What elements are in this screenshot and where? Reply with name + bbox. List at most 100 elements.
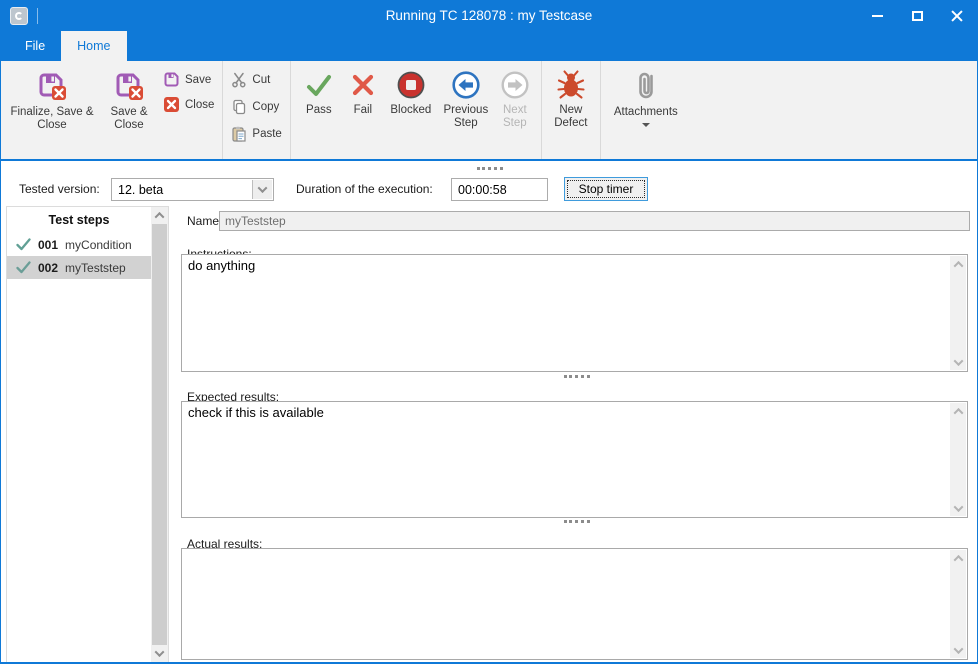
finalize-save-close-button[interactable]: Finalize, Save & Close (6, 66, 98, 148)
steps-scrollbar[interactable] (151, 207, 168, 662)
actual-results-textarea[interactable] (181, 548, 968, 660)
instructions-scrollbar[interactable] (950, 256, 966, 370)
instructions-text: do anything (188, 258, 255, 273)
close-red-icon (163, 96, 180, 113)
minimize-button[interactable] (857, 1, 897, 31)
expected-results-textarea[interactable]: check if this is available (181, 401, 968, 518)
close-window-button[interactable] (937, 1, 977, 31)
blocked-stop-icon (395, 69, 427, 101)
step-number: 001 (38, 238, 58, 252)
actual-results-scrollbar[interactable] (950, 550, 966, 658)
close-button[interactable]: Close (160, 94, 217, 115)
splitter-expected-actual[interactable] (177, 520, 976, 528)
maximize-icon (912, 11, 923, 21)
splitter-instructions-expected[interactable] (177, 375, 976, 383)
ribbon-group-test-step: Pass Fail Blocked Previou (291, 61, 542, 159)
title-bar: Running TC 128078 : my Testcase (1, 1, 977, 31)
button-label: Finalize, Save & Close (8, 106, 96, 132)
copy-button[interactable]: Copy (228, 96, 284, 117)
check-icon (16, 238, 31, 251)
test-step-form: Name: myTeststep Instructions: do anythi… (177, 206, 976, 662)
stop-timer-button[interactable]: Stop timer (564, 177, 648, 201)
scroll-up-button[interactable] (950, 256, 966, 272)
chevron-down-icon (953, 644, 963, 654)
test-step-row-2[interactable]: 002 myTeststep (7, 256, 151, 279)
splitter-dots (564, 520, 590, 523)
minimize-icon (872, 15, 883, 17)
previous-step-button[interactable]: Previous Step (438, 66, 494, 148)
paste-button[interactable]: Paste (228, 123, 284, 144)
button-label: Copy (252, 101, 279, 113)
select-dropdown-button[interactable] (252, 180, 272, 199)
name-field: myTeststep (219, 211, 970, 231)
test-step-row-1[interactable]: 001 myCondition (7, 233, 151, 256)
close-icon (951, 10, 963, 22)
pass-button[interactable]: Pass (296, 66, 342, 148)
save-button[interactable]: Save (160, 69, 217, 90)
horizontal-splitter-handle[interactable] (477, 167, 503, 170)
scroll-down-button[interactable] (950, 642, 966, 658)
button-label: New Defect (549, 104, 593, 130)
step-number: 002 (38, 261, 58, 275)
file-small-buttons: Save Close (160, 66, 217, 115)
attachments-button[interactable]: Attachments (606, 66, 686, 148)
save-close-button[interactable]: Save & Close (98, 66, 160, 148)
duration-input[interactable]: 00:00:58 (451, 178, 548, 201)
expected-results-scrollbar[interactable] (950, 403, 966, 516)
tested-version-value: 12. beta (118, 183, 163, 197)
duration-label: Duration of the execution: (296, 182, 433, 196)
paperclip-icon (634, 69, 658, 103)
instructions-textarea[interactable]: do anything (181, 254, 968, 372)
tested-version-label: Tested version: (19, 182, 100, 196)
scroll-down-button[interactable] (950, 500, 966, 516)
tab-home[interactable]: Home (61, 31, 126, 61)
button-label: Blocked (390, 104, 431, 117)
chevron-down-icon (953, 502, 963, 512)
scissors-icon (231, 72, 247, 88)
step-name: myCondition (65, 238, 132, 252)
scroll-up-button[interactable] (950, 550, 966, 566)
execution-bar: Tested version: 12. beta Duration of the… (1, 163, 977, 206)
fail-x-icon (347, 69, 379, 101)
button-label: Fail (354, 104, 373, 117)
previous-arrow-icon (450, 69, 482, 101)
scroll-up-button[interactable] (151, 207, 168, 224)
new-defect-button[interactable]: New Defect (547, 66, 595, 148)
button-label: Attachments (614, 106, 678, 119)
scrollbar-thumb[interactable] (152, 224, 167, 645)
chevron-down-icon (258, 183, 268, 193)
button-label: Next Step (496, 104, 534, 130)
expected-results-text: check if this is available (188, 405, 324, 420)
chevron-down-icon (155, 647, 165, 657)
button-label: Previous Step (440, 104, 492, 130)
chevron-up-icon (953, 260, 963, 270)
ribbon-group-attachments: Attachments (601, 61, 691, 159)
maximize-button[interactable] (897, 1, 937, 31)
scroll-down-button[interactable] (950, 354, 966, 370)
button-label: Paste (252, 128, 281, 140)
app-window: Running TC 128078 : my Testcase File Hom… (0, 0, 978, 664)
button-label: Cut (252, 74, 270, 86)
chevron-up-icon (953, 407, 963, 417)
floppy-disk-close-icon (35, 69, 69, 103)
bug-icon (555, 69, 587, 101)
floppy-disk-icon (163, 71, 180, 88)
chevron-down-icon (642, 123, 650, 127)
ribbon-tab-bar: File Home (1, 31, 977, 61)
next-arrow-icon (499, 69, 531, 101)
tab-file[interactable]: File (9, 31, 61, 61)
pass-check-icon (303, 69, 335, 101)
cut-button[interactable]: Cut (228, 69, 284, 90)
blocked-button[interactable]: Blocked (384, 66, 438, 148)
copy-icon (231, 99, 247, 115)
scroll-up-button[interactable] (950, 403, 966, 419)
scroll-down-button[interactable] (151, 645, 168, 662)
test-steps-header: Test steps (7, 207, 168, 233)
step-name: myTeststep (65, 261, 126, 275)
fail-button[interactable]: Fail (342, 66, 384, 148)
ribbon-group-defect: New Defect (542, 61, 601, 159)
floppy-disk-close-icon (112, 69, 146, 103)
tested-version-select[interactable]: 12. beta (111, 178, 274, 201)
window-title: Running TC 128078 : my Testcase (1, 1, 977, 31)
next-step-button[interactable]: Next Step (494, 66, 536, 148)
